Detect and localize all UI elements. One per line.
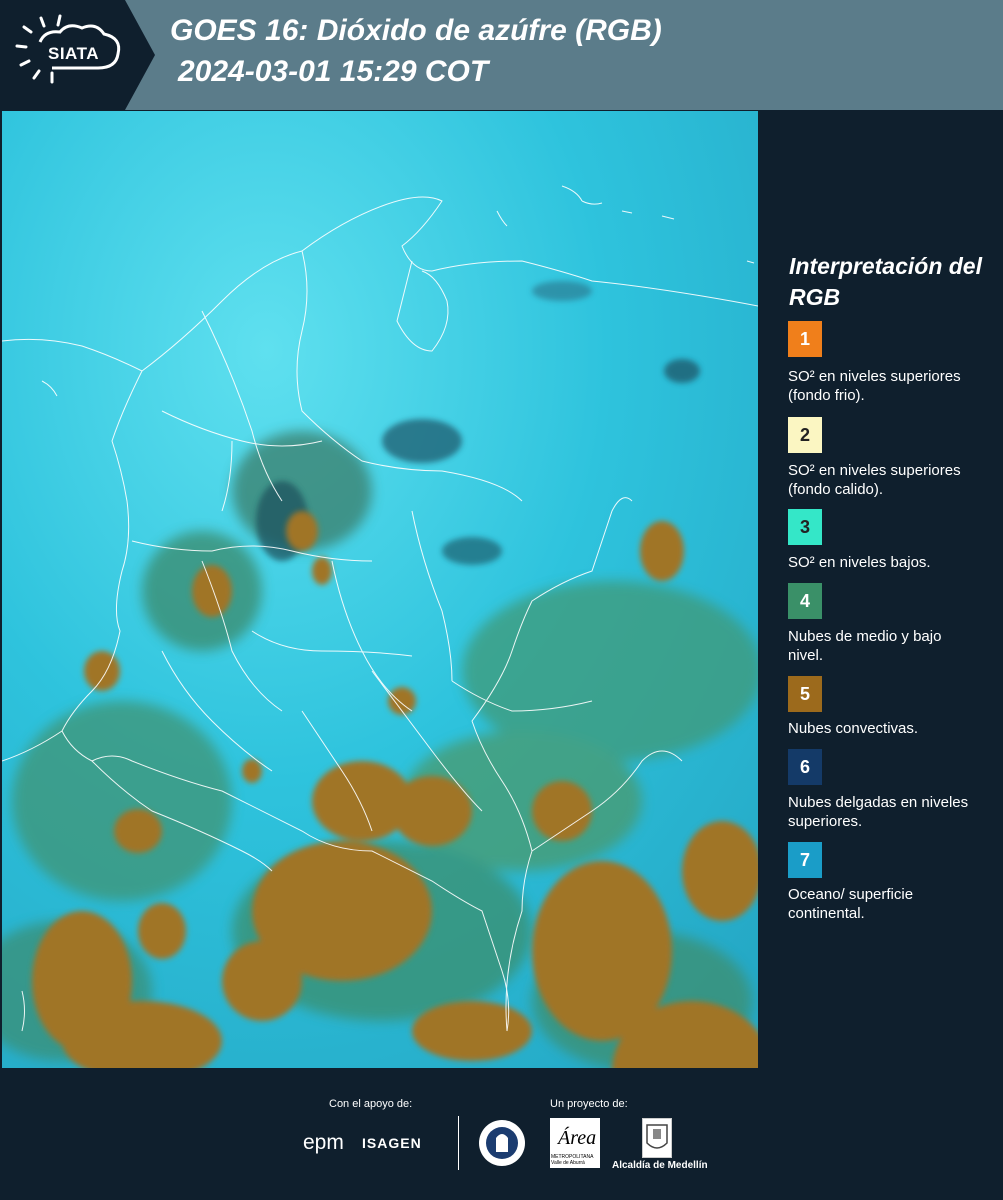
project-label: Un proyecto de: <box>550 1098 628 1110</box>
legend-text-4: Nubes de medio y bajo nivel. <box>788 628 942 664</box>
legend-title: Interpretación del RGB <box>789 253 982 310</box>
footer: Con el apoyo de: Un proyecto de: epm ISA… <box>0 1068 1003 1200</box>
legend-number: 6 <box>799 756 810 777</box>
isagen-logo: ISAGEN <box>362 1135 422 1151</box>
legend-number: 5 <box>799 683 810 704</box>
legend-text-5: Nubes convectivas. <box>788 720 919 737</box>
area-metropolitana-subtext: METROPOLITANA Valle de Aburrá <box>551 1154 594 1166</box>
legend-swatch-5: 5 <box>788 676 822 712</box>
legend-swatch-3: 3 <box>788 509 822 545</box>
timestamp: 2024-03-01 15:29 COT <box>178 55 489 88</box>
siata-logo: SIATA <box>0 0 155 110</box>
support-label: Con el apoyo de: <box>329 1098 413 1110</box>
legend-text-1: SO² en niveles superiores (fondo frio). <box>788 368 961 404</box>
epm-logo: epm <box>303 1131 344 1154</box>
legend-number: 7 <box>799 849 810 870</box>
legend-text-3: SO² en niveles bajos. <box>788 554 931 571</box>
legend-panel: Interpretación del RGB 1 SO² en niveles … <box>760 111 1003 1068</box>
legend-swatch-2: 2 <box>788 417 822 453</box>
legend-swatch-1: 1 <box>788 321 822 357</box>
satellite-map <box>2 111 758 1068</box>
alcaldia-label: Alcaldía de Medellín <box>612 1160 708 1171</box>
legend-text-2: SO² en niveles superiores (fondo calido)… <box>788 462 961 498</box>
divider <box>458 1116 459 1170</box>
legend-number: 4 <box>799 590 810 611</box>
legend-number: 1 <box>799 328 810 349</box>
legend-number: 3 <box>799 516 810 537</box>
header-bar: SIATA GOES 16: Dióxido de azúfre (RGB) 2… <box>0 0 1003 110</box>
medellin-seal-icon <box>479 1120 525 1166</box>
legend-swatch-6: 6 <box>788 749 822 785</box>
legend-number: 2 <box>799 424 810 445</box>
svg-text:Área: Área <box>556 1126 596 1149</box>
legend-swatch-4: 4 <box>788 583 822 619</box>
legend-text-6: Nubes delgadas en niveles superiores. <box>788 794 969 830</box>
alcaldia-shield-icon <box>642 1118 672 1158</box>
area-metropolitana-logo: Área METROPOLITANA Valle de Aburrá <box>550 1118 600 1168</box>
legend-text-7: Oceano/ superficie continental. <box>788 886 914 922</box>
legend-swatch-7: 7 <box>788 842 822 878</box>
logo-text: SIATA <box>48 44 99 63</box>
page-title: GOES 16: Dióxido de azúfre (RGB) <box>170 14 662 47</box>
